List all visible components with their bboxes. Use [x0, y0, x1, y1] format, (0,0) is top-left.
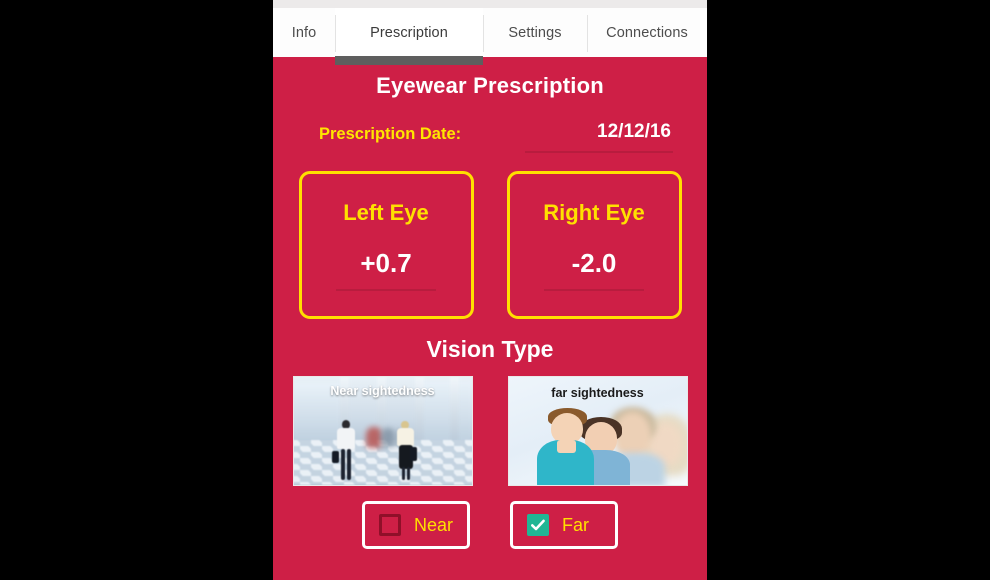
tab-prescription-label: Prescription: [370, 24, 448, 41]
vision-type-images-row: Near sightedness far sightedness: [273, 376, 707, 486]
tab-bar-container: Info Prescription Settings Connections: [273, 0, 707, 65]
tab-prescription[interactable]: Prescription: [335, 8, 483, 65]
tab-settings[interactable]: Settings: [483, 8, 587, 57]
far-checkbox-group[interactable]: Far: [510, 501, 618, 549]
vision-type-heading: Vision Type: [426, 336, 554, 362]
tab-bar: Info Prescription Settings Connections: [273, 8, 707, 65]
letterbox-right: [707, 0, 990, 580]
vision-type-checkbox-row: Near Far: [273, 501, 707, 549]
right-eye-underline: [544, 289, 644, 291]
far-sightedness-image[interactable]: far sightedness: [507, 376, 688, 486]
tab-info[interactable]: Info: [273, 8, 335, 57]
left-eye-underline: [336, 289, 436, 291]
far-checkbox-label: Far: [562, 514, 589, 535]
tab-settings-label: Settings: [508, 24, 562, 41]
near-sightedness-image[interactable]: Near sightedness: [292, 376, 473, 486]
prescription-date-row: Prescription Date: 12/12/16: [295, 121, 685, 163]
far-sightedness-caption: far sightedness: [551, 386, 644, 400]
left-eye-card[interactable]: Left Eye +0.7: [298, 171, 474, 319]
right-eye-card[interactable]: Right Eye -2.0: [506, 171, 682, 319]
prescription-date-value: 12/12/16: [597, 121, 671, 142]
prescription-date-underline: [525, 151, 673, 153]
left-eye-value: +0.7: [360, 248, 412, 278]
left-eye-label: Left Eye: [343, 200, 429, 225]
right-eye-label: Right Eye: [543, 200, 645, 225]
near-checkbox[interactable]: [379, 514, 401, 536]
near-checkbox-label: Near: [414, 514, 454, 535]
app-panel: Info Prescription Settings Connections E…: [273, 0, 707, 580]
tab-info-label: Info: [291, 24, 317, 41]
eye-cards-row: Left Eye +0.7 Right Eye -2.0: [273, 171, 707, 319]
status-strip: [273, 0, 707, 8]
prescription-date-label: Prescription Date:: [319, 125, 462, 143]
right-eye-value: -2.0: [571, 248, 617, 278]
tab-connections-label: Connections: [606, 24, 688, 41]
near-sightedness-caption: Near sightedness: [330, 384, 435, 398]
checkmark-icon: [531, 519, 545, 531]
prescription-content: Eyewear Prescription Prescription Date: …: [273, 57, 707, 580]
near-checkbox-group[interactable]: Near: [362, 501, 470, 549]
tab-connections[interactable]: Connections: [587, 8, 707, 57]
letterbox-left: [0, 0, 273, 580]
far-checkbox[interactable]: [527, 514, 549, 536]
screenshot-root: Info Prescription Settings Connections E…: [0, 0, 990, 580]
prescription-date-field[interactable]: 12/12/16: [525, 121, 675, 153]
page-title: Eyewear Prescription: [376, 73, 604, 98]
